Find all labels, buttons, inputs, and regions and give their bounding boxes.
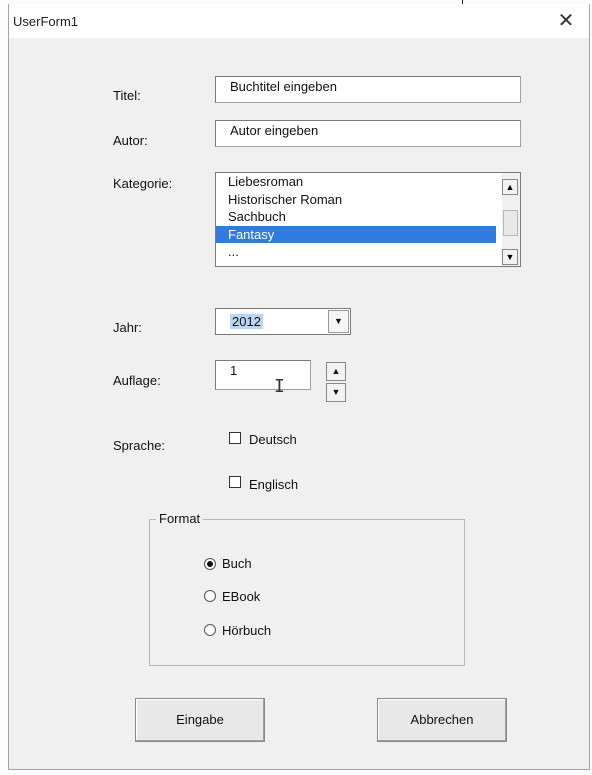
deutsch-checkbox[interactable] (229, 432, 241, 444)
close-icon[interactable]: ✕ (553, 9, 579, 33)
kategorie-label: Kategorie: (113, 176, 173, 191)
list-item[interactable]: Liebesroman (216, 173, 496, 191)
abbrechen-button[interactable]: Abbrechen (377, 698, 507, 742)
radio-buch[interactable] (204, 558, 216, 570)
window-title: UserForm1 (13, 14, 79, 29)
list-item-selected[interactable]: Fantasy (216, 225, 496, 244)
scroll-thumb[interactable] (503, 210, 518, 236)
list-item[interactable]: ... (216, 243, 496, 261)
englisch-checkbox[interactable] (229, 476, 241, 488)
list-item[interactable]: Sachbuch (216, 208, 496, 226)
scroll-up-icon[interactable]: ▲ (502, 179, 518, 195)
spin-down-icon[interactable]: ▼ (326, 383, 346, 402)
auflage-label: Auflage: (113, 373, 161, 388)
format-caption: Format (156, 511, 204, 526)
jahr-value: 2012 (230, 314, 263, 329)
radio-hoerbuch-label[interactable]: Hörbuch (222, 623, 271, 638)
text-cursor-icon: I (274, 376, 285, 397)
deutsch-label[interactable]: Deutsch (249, 432, 297, 447)
titel-input[interactable]: Buchtitel eingeben (215, 76, 521, 103)
format-frame: Format Buch EBook Hörbuch (149, 511, 465, 666)
titel-input-text: Buchtitel eingeben (230, 79, 337, 94)
autor-label: Autor: (113, 133, 148, 148)
jahr-combobox[interactable]: 2012 ▼ (215, 308, 351, 335)
autor-input-text: Autor eingeben (230, 123, 319, 138)
englisch-label[interactable]: Englisch (249, 477, 298, 492)
auflage-spinbutton[interactable]: ▲ ▼ (326, 362, 346, 402)
userform-window: UserForm1 ✕ Titel: Buchtitel eingeben Au… (8, 4, 590, 770)
title-bar: UserForm1 ✕ (9, 4, 589, 38)
spin-up-icon[interactable]: ▲ (326, 362, 346, 381)
radio-ebook[interactable] (204, 590, 216, 602)
scroll-down-icon[interactable]: ▼ (502, 249, 518, 265)
list-item[interactable]: Historischer Roman (216, 191, 496, 209)
radio-hoerbuch[interactable] (204, 624, 216, 636)
autor-input[interactable]: Autor eingeben (215, 120, 521, 147)
radio-buch-label[interactable]: Buch (222, 556, 252, 571)
sprache-label: Sprache: (113, 438, 166, 453)
jahr-label: Jahr: (113, 320, 142, 335)
eingabe-button[interactable]: Eingabe (135, 698, 265, 742)
dropdown-arrow-icon[interactable]: ▼ (328, 310, 349, 333)
kategorie-listbox[interactable]: Liebesroman Historischer Roman Sachbuch … (215, 172, 521, 267)
titel-label: Titel: (113, 88, 141, 103)
radio-ebook-label[interactable]: EBook (222, 589, 260, 604)
listbox-scrollbar[interactable]: ▲ ▼ (502, 173, 520, 266)
auflage-input[interactable]: 1 (215, 360, 311, 390)
auflage-input-text: 1 (230, 363, 238, 378)
